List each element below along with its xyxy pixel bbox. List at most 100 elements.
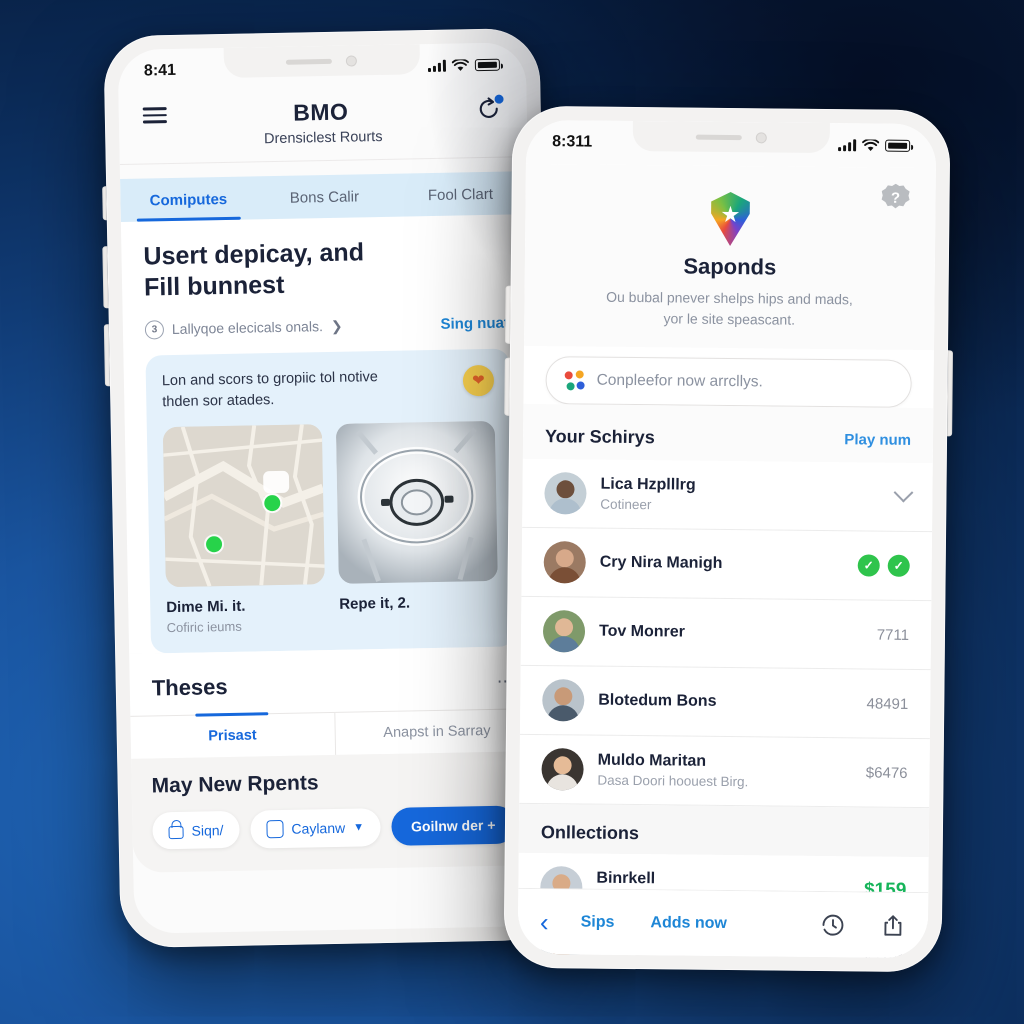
contact-name: Blotedum Bons <box>598 691 717 710</box>
tab-bons-calir[interactable]: Bons Calir <box>256 174 393 220</box>
list-item[interactable]: Muldo Maritan Dasa Doori hoouest Birg. $… <box>519 734 930 809</box>
play-num-link[interactable]: Play num <box>844 431 911 449</box>
right-app-title: Saponds <box>683 253 777 280</box>
chevron-right-icon: ❯ <box>330 317 343 334</box>
sign-pill-button[interactable]: Siqn/ <box>152 810 240 850</box>
thumbnail-label-1: Dime Mi. it. Cofiric ieums <box>166 596 326 635</box>
refresh-icon[interactable] <box>474 94 504 124</box>
your-schirys-title: Your Schirys <box>544 426 655 448</box>
left-phone-notch <box>223 44 420 78</box>
right-phone-volume-down-button[interactable] <box>504 357 510 416</box>
list-item[interactable]: Tov Monrer 7711 <box>520 596 932 671</box>
onllections-title: Onllections <box>540 822 640 844</box>
lock-icon <box>168 825 184 840</box>
sing-nuat-link[interactable]: Sing nuat <box>440 314 509 332</box>
clock-history-icon[interactable] <box>820 911 846 937</box>
right-subtitle-line1: Ou bubal pnever shelps hips and mads, <box>606 288 853 308</box>
check-circle-icon: ✓ <box>857 554 880 577</box>
caylanw-pill-button[interactable]: Caylanw ▼ <box>250 807 381 849</box>
theses-section-header: Theses ⋯ <box>129 645 539 716</box>
theses-title: Theses <box>151 673 228 700</box>
share-icon[interactable] <box>880 912 906 938</box>
avatar <box>542 679 585 722</box>
chevron-left-icon[interactable]: ‹ <box>540 907 549 937</box>
right-subtitle-line2: yor le site speascant. <box>663 310 796 328</box>
thumbnail-row <box>162 420 498 587</box>
earpiece-speaker <box>695 134 742 140</box>
tab-comiputes[interactable]: Comiputes <box>120 176 257 222</box>
map-thumbnail[interactable] <box>162 423 325 587</box>
thumbnail-2-subtitle <box>339 613 498 616</box>
promo-card[interactable]: Lon and scors to gropiic tol notive thde… <box>145 348 516 653</box>
nav-link-adds-now[interactable]: Adds now <box>650 914 727 933</box>
signal-bars-icon <box>838 139 857 152</box>
promo-card-text: Lon and scors to gropiic tol notive thde… <box>162 367 379 413</box>
list-item[interactable]: Cry Nira Manigh ✓ ✓ <box>521 527 933 602</box>
wifi-icon <box>451 58 469 71</box>
tab-fool-clart[interactable]: Fool Clart <box>392 171 529 217</box>
collection-name: Binrkell <box>596 869 656 888</box>
notification-dot <box>494 94 504 104</box>
meta-info-link[interactable]: 3 Lallyqoe elecicals onals. ❯ <box>144 316 343 340</box>
battery-icon <box>885 139 911 152</box>
left-phone-volume-up-button[interactable] <box>102 246 109 309</box>
contact-desc: Dasa Doori hoouest Birg. <box>597 772 749 790</box>
onllections-header: Onllections <box>518 803 930 858</box>
thumbnail-1-subtitle: Cofiric ieums <box>166 618 242 635</box>
subtab-prisast[interactable]: Prisast <box>130 712 334 758</box>
promo-card-line1: Lon and scors to gropiic tol notive <box>161 368 379 389</box>
right-phone-screen: 8:311 ? Saponds Ou bubal pnever shelps h… <box>517 119 937 959</box>
meta-text: Lallyqoe elecicals onals. <box>171 318 324 338</box>
search-placeholder: Conpleefor now arrcllys. <box>596 371 764 391</box>
wifi-icon <box>862 138 880 151</box>
thumbnail-1-title: Dime Mi. it. <box>166 597 246 616</box>
contact-name: Muldo Maritan <box>597 751 707 770</box>
contact-desc: Cotineer <box>600 496 652 513</box>
right-hero-section: ? Saponds Ou bubal pnever shelps hips an… <box>524 163 936 351</box>
scene-background: 8:41 BMO Drensiclest Rourts Comiputes Bo… <box>0 0 1024 1024</box>
help-badge-icon[interactable]: ? <box>881 184 909 212</box>
left-bottom-panel: May New Rpents Siqn/ Caylanw ▼ Goilnw de… <box>131 750 542 873</box>
bottom-panel-title: May New Rpents <box>151 770 319 798</box>
nav-link-sips[interactable]: Sips <box>581 913 615 931</box>
left-main-content: Usert depicay, and Fill bunnest 3 Lallyq… <box>120 214 538 654</box>
right-phone-power-button[interactable] <box>947 350 953 437</box>
app-subtitle: Drensiclest Rourts <box>263 128 383 148</box>
contact-amount: 48491 <box>866 694 909 713</box>
thumbnail-2-title: Repe it, 2. <box>339 594 411 613</box>
earpiece-speaker <box>286 58 333 65</box>
left-phone-screen: 8:41 BMO Drensiclest Rourts Comiputes Bo… <box>117 42 543 934</box>
left-phone-mute-button[interactable] <box>102 186 107 221</box>
goilnwder-primary-button[interactable]: Goilnw der + <box>390 805 516 846</box>
contacts-list: Lica Hzplllrg Cotineer Cry Nira Manigh ✓… <box>519 458 933 809</box>
left-app-header: BMO Drensiclest Rourts <box>118 86 528 165</box>
chevron-down-icon[interactable] <box>893 482 914 503</box>
signal-bars-icon <box>427 59 447 73</box>
heart-badge-icon[interactable]: ❤ <box>462 364 495 396</box>
battery-icon <box>474 58 501 72</box>
page-title: Usert depicay, and Fill bunnest <box>143 235 508 304</box>
hamburger-menu-icon[interactable] <box>142 107 167 124</box>
caylanw-pill-label: Caylanw <box>291 819 346 837</box>
promo-card-line2: thden sor atades. <box>162 391 275 410</box>
left-phone-device: 8:41 BMO Drensiclest Rourts Comiputes Bo… <box>102 27 557 949</box>
right-phone-volume-up-button[interactable] <box>505 285 511 344</box>
goilnwder-label: Goilnw der + <box>410 816 496 835</box>
product-photo-thumbnail[interactable] <box>335 420 498 584</box>
search-input[interactable]: Conpleefor now arrcllys. <box>545 356 912 408</box>
left-tab-bar: Comiputes Bons Calir Fool Clart <box>120 171 529 222</box>
left-status-time: 8:41 <box>143 61 177 80</box>
list-item[interactable]: Blotedum Bons 48491 <box>519 665 931 740</box>
chevron-down-icon: ▼ <box>353 820 365 834</box>
avatar <box>544 472 587 515</box>
card-icon <box>266 819 284 838</box>
app-brand-title: BMO <box>292 98 349 126</box>
thumbnail-labels: Dime Mi. it. Cofiric ieums Repe it, 2. <box>166 592 499 635</box>
front-camera <box>346 54 358 67</box>
avatar <box>542 610 586 653</box>
left-phone-volume-down-button[interactable] <box>103 324 111 387</box>
contact-name: Lica Hzplllrg <box>600 475 696 494</box>
list-item[interactable]: Lica Hzplllrg Cotineer <box>522 458 933 533</box>
check-circle-icon: ✓ <box>887 554 910 577</box>
pin-star-logo-icon <box>707 192 754 246</box>
